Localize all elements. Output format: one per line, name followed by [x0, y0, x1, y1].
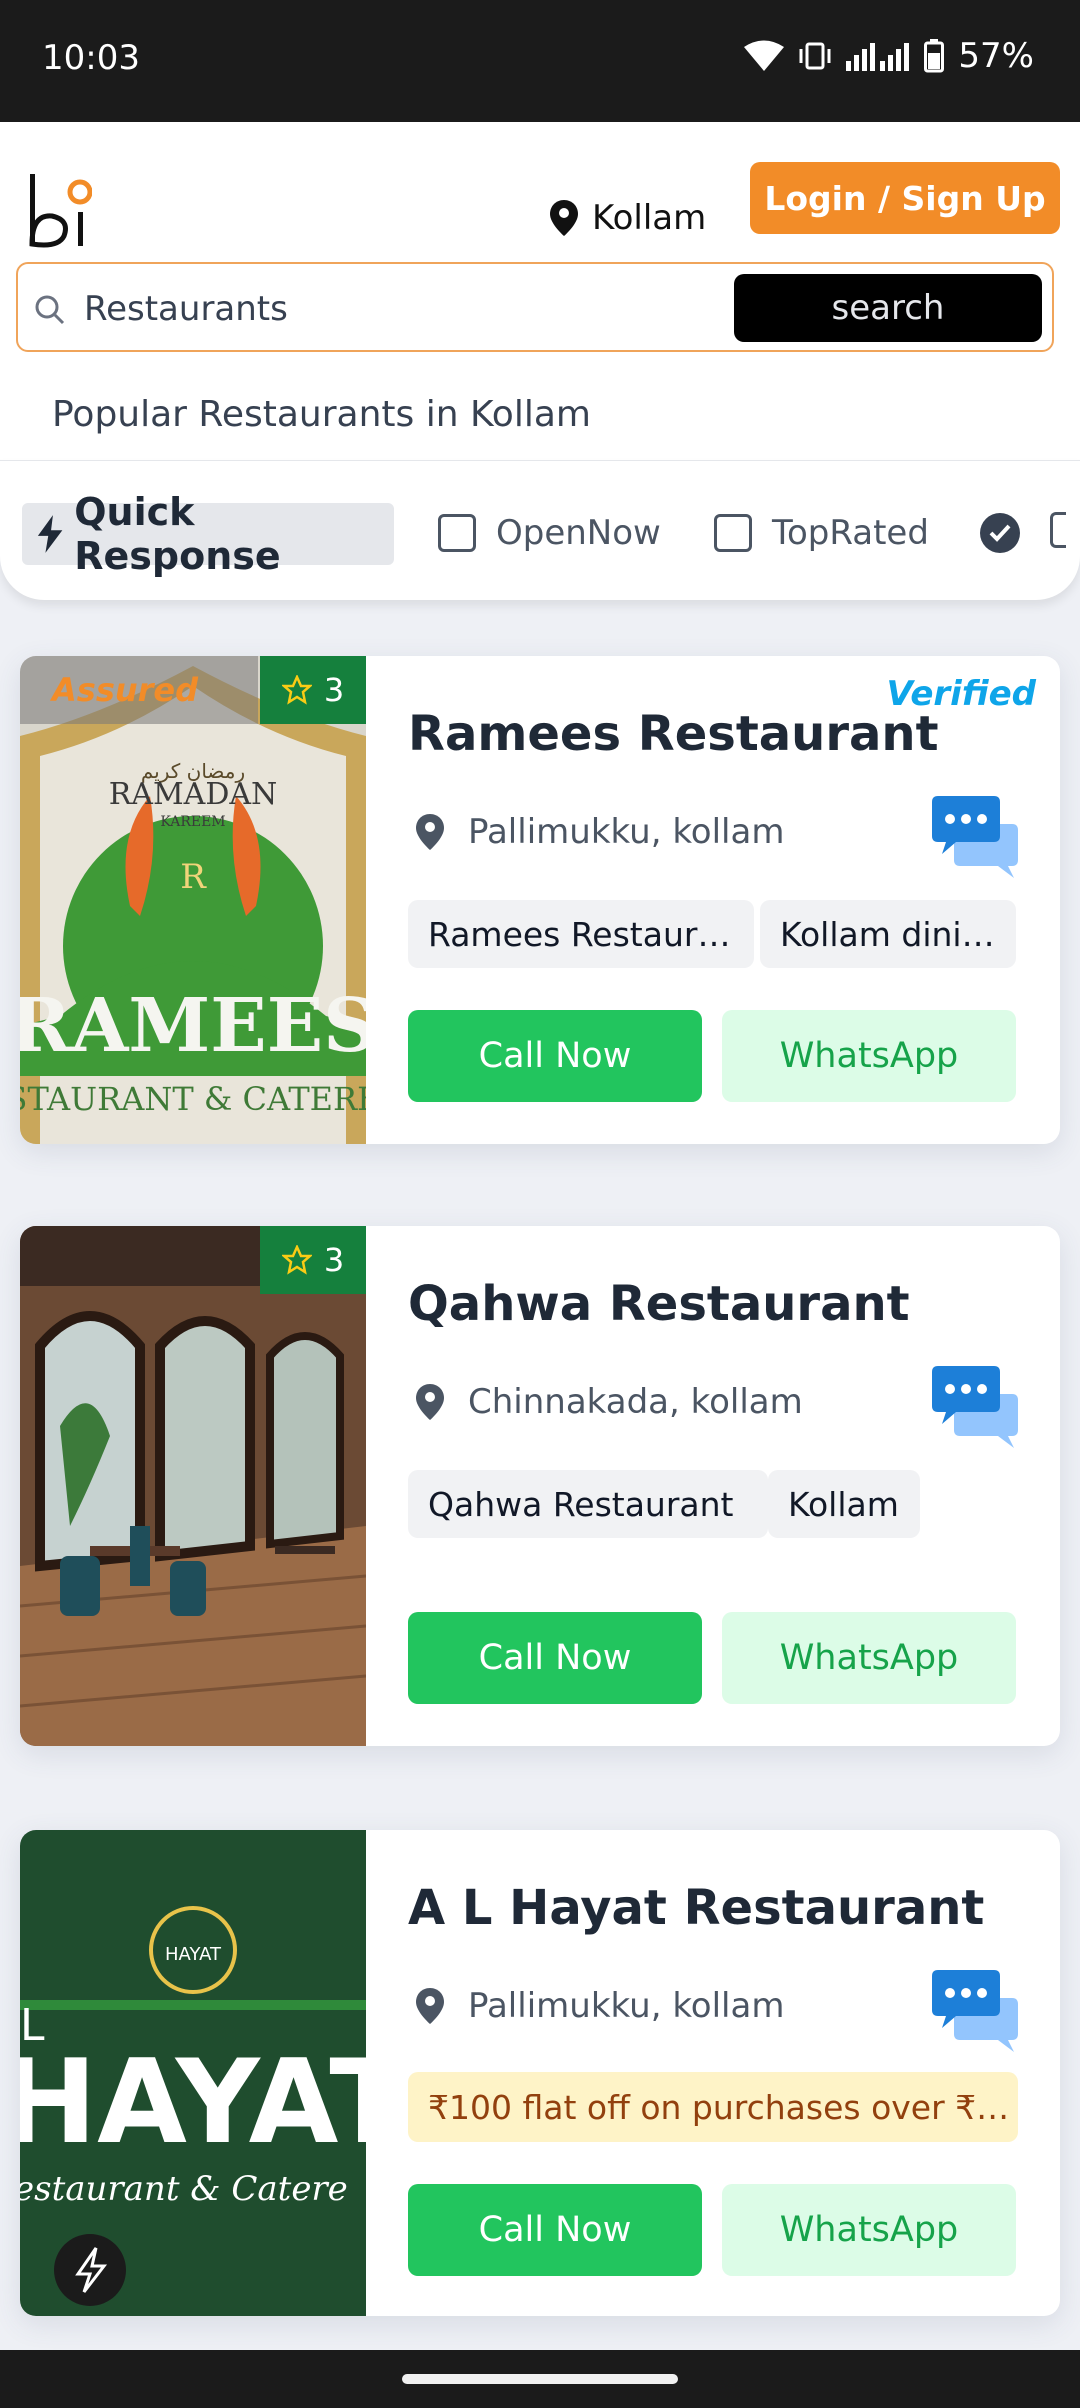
battery-icon	[924, 39, 945, 73]
filter-bar: Quick Response OpenNow TopRated	[0, 460, 1080, 600]
whatsapp-button[interactable]: WhatsApp	[722, 2184, 1016, 2276]
offer-banner[interactable]: ₹100 flat off on purchases over ₹…	[408, 2072, 1018, 2142]
listing-name[interactable]: A L Hayat Restaurant	[408, 1880, 984, 1936]
signal-icon	[846, 43, 910, 71]
image-subtitle-text: STAURANT & CATERE	[20, 1080, 366, 1118]
rating-badge: 3	[260, 1226, 366, 1294]
open-now-filter[interactable]: OpenNow	[438, 513, 661, 553]
battery-percent: 57%	[958, 36, 1034, 76]
listing-card[interactable]: HAYAT L HAYAT estaurant & Catere A L Hay…	[20, 1830, 1060, 2316]
rating-badge: 3	[260, 656, 366, 724]
location-selector[interactable]: Kollam	[550, 178, 706, 258]
next-filter-checkbox[interactable]	[1050, 512, 1066, 548]
location-pin-icon	[416, 1384, 444, 1420]
section-title: Popular Restaurants in Kollam	[52, 394, 591, 435]
listing-tag[interactable]: Ramees Restaur…	[408, 900, 754, 968]
top-rated-label: TopRated	[772, 513, 929, 553]
image-logo-text: HAYAT	[165, 1944, 222, 1965]
image-kareem-text: KAREEM	[160, 814, 225, 830]
open-now-checkbox[interactable]	[438, 514, 476, 552]
listing-image[interactable]: 3	[20, 1226, 366, 1746]
search-bar: search	[16, 262, 1054, 352]
star-icon	[281, 675, 312, 705]
listing-address: Pallimukku, kollam	[416, 1986, 784, 2026]
rating-value: 3	[323, 671, 345, 709]
address-label: Chinnakada, kollam	[468, 1382, 803, 1422]
listing-image[interactable]: HAYAT L HAYAT estaurant & Catere	[20, 1830, 366, 2316]
image-letter: R	[180, 857, 207, 897]
listing-address: Chinnakada, kollam	[416, 1382, 803, 1422]
location-label: Kollam	[592, 198, 707, 238]
image-ramadan-text: RAMADAN	[109, 777, 278, 812]
star-icon	[281, 1245, 312, 1275]
brand-logo[interactable]	[24, 174, 92, 264]
login-signup-button[interactable]: Login / Sign Up	[750, 162, 1060, 234]
listing-tag[interactable]: Kollam	[768, 1470, 920, 1538]
listing-address: Pallimukku, kollam	[416, 812, 784, 852]
status-bar: 10:03 57%	[0, 0, 1080, 122]
listing-name[interactable]: Ramees Restaurant	[408, 706, 939, 762]
chat-icon[interactable]	[932, 1364, 1022, 1450]
search-input[interactable]	[84, 284, 724, 334]
top-rated-checkbox[interactable]	[714, 514, 752, 552]
chat-icon[interactable]	[932, 794, 1022, 880]
lightning-icon	[37, 515, 63, 553]
address-label: Pallimukku, kollam	[468, 812, 785, 852]
call-now-button[interactable]: Call Now	[408, 1612, 702, 1704]
image-subtitle-text: estaurant & Catere	[20, 2169, 348, 2209]
assured-badge: Assured	[20, 656, 258, 724]
quick-response-label: Quick Response	[74, 490, 281, 578]
listing-card[interactable]: 3 Qahwa Restaurant Chinnakada, kollam Qa…	[20, 1226, 1060, 1746]
header: Kollam Login / Sign Up search Popular Re…	[0, 122, 1080, 460]
home-gesture-handle[interactable]	[402, 2374, 678, 2384]
checked-filter[interactable]	[980, 513, 1020, 553]
search-icon	[35, 295, 65, 325]
listing-image[interactable]: R رمضان كريم RAMADAN KAREEM RAMEES STAUR…	[20, 656, 366, 1144]
search-button[interactable]: search	[734, 274, 1042, 342]
image-brand-text: HAYAT	[20, 2035, 366, 2170]
quick-response-filter[interactable]: Quick Response	[22, 490, 394, 578]
navigation-bar	[0, 2350, 1080, 2408]
listing-tag[interactable]: Kollam dini…	[760, 900, 1016, 968]
wifi-icon	[744, 40, 785, 71]
location-pin-icon	[416, 814, 444, 850]
image-brand-text: RAMEES	[20, 983, 366, 1069]
status-time: 10:03	[42, 38, 140, 78]
open-now-label: OpenNow	[496, 513, 661, 553]
listing-name[interactable]: Qahwa Restaurant	[408, 1276, 910, 1332]
location-pin-icon	[416, 1988, 444, 2024]
whatsapp-button[interactable]: WhatsApp	[722, 1010, 1016, 1102]
check-circle-icon[interactable]	[980, 513, 1020, 553]
address-label: Pallimukku, kollam	[468, 1986, 785, 2026]
call-now-button[interactable]: Call Now	[408, 1010, 702, 1102]
whatsapp-button[interactable]: WhatsApp	[722, 1612, 1016, 1704]
top-rated-filter[interactable]: TopRated	[714, 513, 929, 553]
status-icons: 57%	[744, 36, 1034, 76]
listing-tag[interactable]: Qahwa Restaurant	[408, 1470, 768, 1538]
location-pin-icon	[550, 200, 578, 236]
call-now-button[interactable]: Call Now	[408, 2184, 702, 2276]
vibrate-icon	[799, 42, 831, 70]
listing-card[interactable]: R رمضان كريم RAMADAN KAREEM RAMEES STAUR…	[20, 656, 1060, 1144]
chat-icon[interactable]	[932, 1968, 1022, 2054]
rating-value: 3	[323, 1241, 345, 1279]
